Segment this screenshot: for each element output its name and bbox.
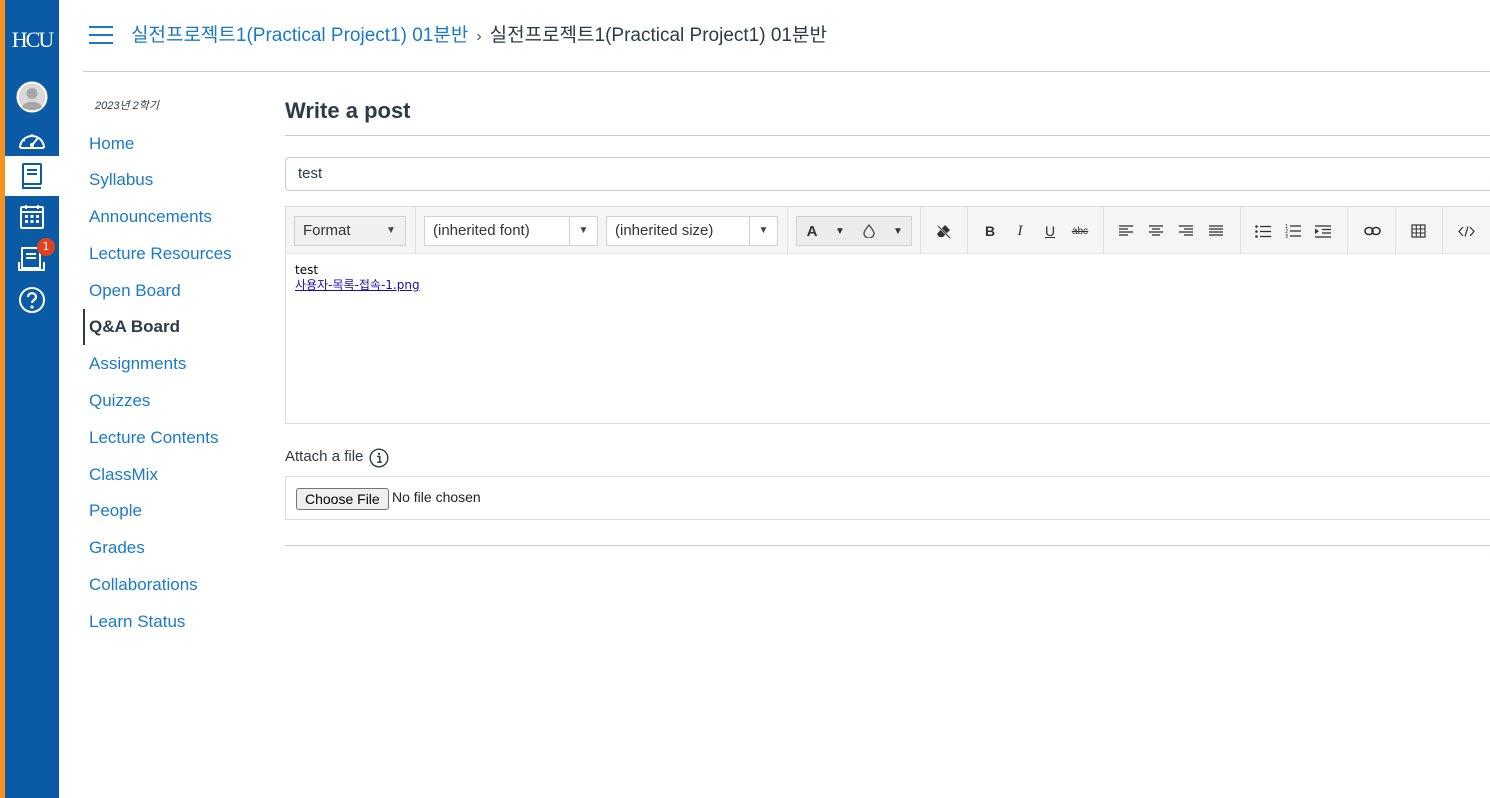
chevron-down-icon: ▼ [749,217,777,245]
table-group [1396,207,1443,254]
editor-toolbar: Format ▼ (inherited font) ▼ (inherited s… [286,207,1490,254]
page-title: Write a post [285,98,411,123]
underline-button[interactable]: U [1036,217,1064,245]
code-view-icon[interactable] [1452,217,1480,245]
link-group [1348,207,1396,254]
course-nav-learn-status[interactable]: Learn Status [89,611,185,633]
course-nav-collaborations[interactable]: Collaborations [89,574,198,596]
color-group: A ▼ ▼ [788,207,921,254]
course-nav-grades[interactable]: Grades [89,537,145,559]
editor-content[interactable]: test 사용자-목록-접속-1.png [295,263,420,293]
course-nav-announcements[interactable]: Announcements [89,206,212,228]
indent-icon[interactable] [1309,217,1337,245]
courses-nav-item[interactable] [5,156,59,196]
post-title-input[interactable]: test [285,157,1490,191]
hamburger-menu-icon[interactable] [89,26,113,46]
font-select[interactable]: (inherited font) ▼ [424,216,598,246]
link-icon[interactable] [1358,217,1386,245]
clear-format-group [921,207,968,254]
page-header: 실전프로젝트1(Practical Project1) 01분반 › 실전프로젝트1… [83,0,1490,72]
align-right-icon[interactable] [1172,217,1200,245]
global-nav: HCU 1 [0,0,59,798]
course-nav-qa-board[interactable]: Q&A Board [89,316,180,338]
course-nav-classmix[interactable]: ClassMix [89,464,158,486]
align-left-icon[interactable] [1112,217,1140,245]
info-icon[interactable] [369,448,389,473]
eraser-icon [937,225,951,239]
strikethrough-button[interactable]: abc [1066,217,1094,245]
term-label: 2023년 2학기 [95,100,160,112]
svg-text:3: 3 [1285,234,1288,238]
source-group [1443,207,1490,254]
help-icon [19,287,45,313]
course-nav-lecture-contents[interactable]: Lecture Contents [89,427,218,449]
user-avatar-icon [16,81,48,113]
breadcrumb-course-link[interactable]: 실전프로젝트1(Practical Project1) 01분반 [131,25,468,46]
course-nav-assignments[interactable]: Assignments [89,353,186,375]
calendar-icon [20,205,44,229]
course-nav-lecture-resources[interactable]: Lecture Resources [89,243,232,265]
numbered-list-icon[interactable]: 123 [1279,217,1307,245]
format-select-label: Format [303,222,351,239]
file-upload-box: Choose File No file chosen [285,476,1490,520]
breadcrumb: 실전프로젝트1(Practical Project1) 01분반 › 실전프로젝트1… [131,24,827,49]
chevron-right-icon: › [476,28,482,45]
chevron-down-icon: ▼ [386,225,396,236]
size-select[interactable]: (inherited size) ▼ [606,216,778,246]
align-center-icon[interactable] [1142,217,1170,245]
chevron-down-icon[interactable]: ▼ [884,217,912,245]
text-style-group: B I U abc [968,207,1104,254]
file-status-text: No file chosen [392,489,481,505]
help-nav-item[interactable] [5,280,59,320]
dashboard-nav-item[interactable] [5,120,59,160]
inbox-nav-item[interactable]: 1 [5,238,59,278]
course-nav-syllabus[interactable]: Syllabus [89,169,153,191]
course-nav-quizzes[interactable]: Quizzes [89,390,150,412]
align-group [1104,207,1241,254]
table-icon[interactable] [1405,217,1433,245]
calendar-nav-item[interactable] [5,197,59,237]
bold-button[interactable]: B [976,217,1004,245]
editor-text-line: test [295,263,319,277]
breadcrumb-current: 실전프로젝트1(Practical Project1) 01분반 [489,25,827,46]
font-group: (inherited font) ▼ (inherited size) ▼ [416,207,788,254]
clear-formatting-button[interactable] [930,217,958,245]
course-nav-open-board[interactable]: Open Board [89,280,181,302]
active-item-indicator [83,309,85,345]
list-group: 123 [1241,207,1348,254]
bullet-list-icon[interactable] [1249,217,1277,245]
rich-text-editor: Format ▼ (inherited font) ▼ (inherited s… [285,206,1490,424]
inbox-badge: 1 [37,238,55,256]
account-nav-item[interactable] [5,77,59,117]
choose-file-button[interactable]: Choose File [296,488,389,510]
course-nav-people[interactable]: People [89,500,142,522]
text-color-button[interactable]: A [798,217,826,245]
form-divider [285,545,1490,546]
format-select[interactable]: Format ▼ [294,216,406,246]
title-divider [285,135,1490,136]
chevron-down-icon: ▼ [569,217,597,245]
chevron-down-icon[interactable]: ▼ [826,217,854,245]
attachment-link[interactable]: 사용자-목록-접속-1.png [295,278,420,292]
italic-button[interactable]: I [1006,217,1034,245]
book-icon [22,163,42,189]
align-justify-icon[interactable] [1202,217,1230,245]
course-nav-home[interactable]: Home [89,133,134,155]
attach-file-label: Attach a file [285,448,364,465]
logo[interactable]: HCU [5,18,59,62]
background-color-button[interactable] [855,217,883,245]
droplet-icon [863,224,875,238]
font-select-label: (inherited font) [433,222,530,239]
gauge-icon [19,134,45,149]
size-select-label: (inherited size) [615,222,714,239]
format-group: Format ▼ [286,207,416,254]
